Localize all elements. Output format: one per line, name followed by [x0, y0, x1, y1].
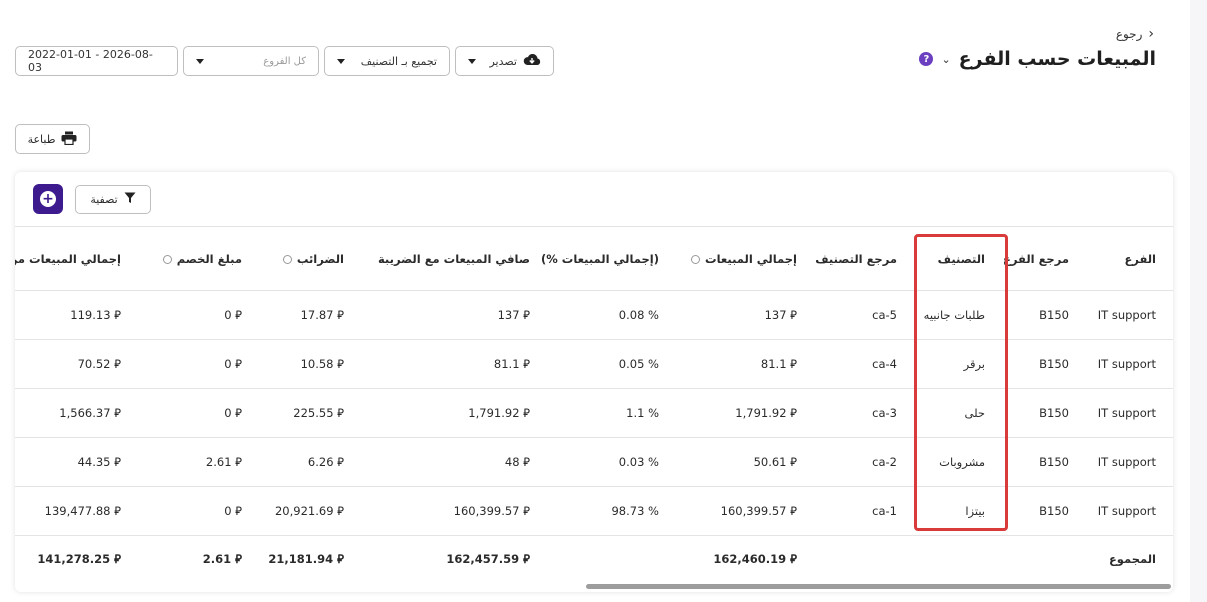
cell-discount: 0 ⃁ [224, 357, 242, 371]
cell-pct: 0.05 % [618, 357, 659, 371]
column-header-category-ref[interactable]: مرجع التصنيف [815, 252, 897, 266]
total-label: المجموع [1108, 552, 1156, 566]
back-link[interactable]: ‹ رجوع [1116, 26, 1154, 42]
cell-total-no-tax: 70.52 ⃁ [77, 357, 121, 371]
net-sales-tax-sum: 162,457.59 ⃁ [446, 552, 530, 566]
cell-net-tax: 48 ⃁ [504, 455, 530, 469]
cell-total-no-tax: 119.13 ⃁ [70, 308, 121, 322]
cell-taxes: 10.58 ⃁ [300, 357, 344, 371]
cell-branch: IT support [1097, 308, 1156, 322]
cell-branch: IT support [1097, 504, 1156, 518]
cell-taxes: 225.55 ⃁ [293, 406, 344, 420]
cell-category-ref: ca-1 [872, 504, 897, 518]
cell-total-sales: 50.61 ⃁ [753, 455, 797, 469]
add-circle-icon: + [40, 191, 56, 207]
cell-net-tax: 160,399.57 ⃁ [453, 504, 530, 518]
column-header-branch[interactable]: الفرع [1124, 252, 1156, 266]
cell-total-no-tax: 1,566.37 ⃁ [59, 406, 121, 420]
caret-down-icon [468, 58, 476, 64]
cell-category-ref: ca-4 [872, 357, 897, 371]
page-title: المبيعات حسب الفرع [958, 48, 1156, 70]
date-range-picker[interactable]: 2022-01-01 - 2026-08-03 [15, 46, 178, 76]
cell-taxes: 17.87 ⃁ [300, 308, 344, 322]
divider [15, 226, 1173, 227]
info-icon[interactable] [162, 254, 172, 264]
cell-taxes: 20,921.69 ⃁ [274, 504, 344, 518]
filter-label: تصفية [90, 193, 118, 206]
discount-sum: 2.61 ⃁ [202, 552, 242, 566]
cell-net-tax: 81.1 ⃁ [493, 357, 530, 371]
cell-pct: 0.08 % [618, 308, 659, 322]
column-header-discount[interactable]: مبلغ الخصم [162, 252, 242, 266]
info-icon[interactable] [691, 254, 701, 264]
printer-icon [61, 131, 77, 148]
cell-branch: IT support [1097, 357, 1156, 371]
cell-discount: 0 ⃁ [224, 308, 242, 322]
filter-button[interactable]: تصفية [75, 185, 151, 214]
cell-net-tax: 137 ⃁ [497, 308, 530, 322]
row-divider [15, 535, 1173, 536]
group-by-value: تجميع بـ التصنيف [360, 54, 437, 68]
help-icon[interactable]: ? [919, 52, 934, 66]
cell-pct: 1.1 % [626, 406, 659, 420]
cell-branch-ref: B150 [1039, 308, 1069, 322]
cell-total-sales: 160,399.57 ⃁ [720, 504, 797, 518]
group-by-select[interactable]: تجميع بـ التصنيف [324, 46, 450, 76]
print-label: طباعة [27, 132, 56, 146]
chevron-down-icon[interactable]: ⌄ [941, 53, 950, 66]
cell-branch-ref: B150 [1039, 455, 1069, 469]
cell-total-sales: 137 ⃁ [764, 308, 797, 322]
branch-placeholder: كل الفروع [263, 55, 306, 67]
cell-total-no-tax: 139,477.88 ⃁ [44, 504, 121, 518]
cell-discount: 2.61 ⃁ [205, 455, 242, 469]
filter-icon [124, 192, 136, 207]
column-header-branch-ref[interactable]: مرجع الفرع [1003, 252, 1069, 266]
date-range-value: 2022-01-01 - 2026-08-03 [28, 48, 153, 74]
info-icon[interactable] [282, 254, 292, 264]
cell-pct: 0.03 % [618, 455, 659, 469]
cell-branch: IT support [1097, 455, 1156, 469]
add-button[interactable]: + [33, 184, 63, 214]
cell-total-sales: 81.1 ⃁ [760, 357, 797, 371]
chevron-left-icon: ‹ [1148, 26, 1154, 42]
total-no-tax-sum: 141,278.25 ⃁ [37, 552, 121, 566]
cell-taxes: 6.26 ⃁ [307, 455, 344, 469]
column-header-sales-percent[interactable]: (إجمالي المبيعات %) [541, 252, 659, 266]
branch-select[interactable]: كل الفروع [183, 46, 319, 76]
cell-category-ref: ca-3 [872, 406, 897, 420]
column-header-total-no-tax[interactable]: إجمالي المبيعات من غير [15, 252, 121, 266]
caret-down-icon [196, 58, 204, 64]
cell-category-ref: ca-2 [872, 455, 897, 469]
report-page: ‹ رجوع المبيعات حسب الفرع ⌄ ? تصدير تجمي… [0, 0, 1190, 602]
horizontal-scrollbar[interactable] [586, 584, 1171, 589]
cell-discount: 0 ⃁ [224, 406, 242, 420]
export-button[interactable]: تصدير [455, 46, 554, 76]
column-header-taxes[interactable]: الضرائب [282, 252, 344, 266]
column-header-total-sales[interactable]: إجمالي المبيعات [691, 252, 797, 266]
cell-pct: 98.73 % [611, 504, 659, 518]
taxes-sum: 21,181.94 ⃁ [268, 552, 344, 566]
vertical-scrollbar[interactable] [1190, 0, 1207, 602]
cell-discount: 0 ⃁ [224, 504, 242, 518]
highlight-box [914, 234, 1008, 531]
cloud-download-icon [523, 53, 541, 70]
total-sales-sum: 162,460.19 ⃁ [713, 552, 797, 566]
export-label: تصدير [489, 54, 517, 68]
cell-net-tax: 1,791.92 ⃁ [468, 406, 530, 420]
print-button[interactable]: طباعة [15, 124, 90, 154]
cell-branch-ref: B150 [1039, 406, 1069, 420]
cell-total-sales: 1,791.92 ⃁ [735, 406, 797, 420]
cell-branch-ref: B150 [1039, 357, 1069, 371]
back-label: رجوع [1115, 27, 1143, 41]
caret-down-icon [337, 58, 345, 64]
cell-total-no-tax: 44.35 ⃁ [77, 455, 121, 469]
report-title-selector[interactable]: المبيعات حسب الفرع ⌄ ? [919, 48, 1156, 70]
cell-branch-ref: B150 [1039, 504, 1069, 518]
column-header-net-sales-tax[interactable]: صافي المبيعات مع الضريبة [378, 252, 530, 266]
cell-branch: IT support [1097, 406, 1156, 420]
cell-category-ref: ca-5 [872, 308, 897, 322]
